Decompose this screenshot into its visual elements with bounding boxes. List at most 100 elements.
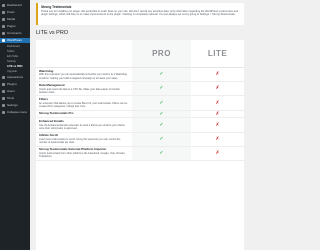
- pro-cell: ✓: [132, 68, 191, 82]
- pro-column-header: PRO: [132, 40, 191, 67]
- cross-icon: ✗: [215, 71, 220, 78]
- submenu-item-label: Settings: [7, 60, 17, 63]
- collapse-icon: [2, 111, 5, 114]
- pro-cell: ✓: [132, 110, 191, 118]
- sidebar-item-testimonials[interactable]: WordPress: [0, 38, 30, 43]
- lite-cell: ✗: [191, 118, 244, 131]
- user-icon: [2, 90, 5, 93]
- pro-cell: ✓: [132, 96, 191, 110]
- notice-title: Strong Testimonials: [41, 5, 72, 9]
- notice-text: Thank you for installing our plugin. We …: [41, 10, 239, 17]
- sidebar-item-label: WordPress: [7, 38, 22, 42]
- submenu-item-label: Upgrade: [7, 70, 17, 73]
- lite-cell: ✗: [191, 82, 244, 95]
- sidebar-item-plugins[interactable]: Plugins: [0, 82, 30, 87]
- table-header: PRO LITE: [36, 40, 244, 68]
- check-icon: ✓: [159, 110, 164, 117]
- media-icon: [2, 18, 5, 21]
- sidebar-item-label: Posts: [7, 10, 15, 14]
- sidebar-item-collapse[interactable]: Collapse menu: [0, 110, 30, 115]
- feature-cell: Strong Testimonials External Platform Im…: [36, 147, 132, 160]
- table-row: Filters An extension that allows you to c…: [36, 96, 244, 111]
- submenu-item-lite-vs-pro[interactable]: LITE vs PRO: [0, 65, 30, 69]
- sidebar-item-label: Pages: [7, 24, 16, 28]
- sidebar-item-pages[interactable]: Pages: [0, 24, 30, 29]
- dashboard-icon: [2, 4, 5, 7]
- sidebar-item-label: Dashboard: [7, 3, 22, 7]
- settings-icon: [2, 104, 5, 107]
- feature-description: Load more testimonials on scroll. Using …: [39, 137, 121, 145]
- submenu-item-dashboard[interactable]: Dashboard: [0, 45, 30, 49]
- cross-icon: ✗: [215, 110, 220, 117]
- feature-description: An extension that allows you to create f…: [39, 101, 128, 108]
- cross-icon: ✗: [215, 85, 220, 92]
- submenu-item-label: LITE vs PRO: [7, 65, 23, 68]
- sidebar-item-settings[interactable]: Settings: [0, 103, 30, 108]
- pro-cell: ✓: [132, 118, 191, 132]
- lite-cell: ✗: [191, 133, 244, 146]
- table-row: Strong Testimonials Pro ✓ ✗: [36, 110, 244, 119]
- feature-description: Import testimonials from other platforms…: [39, 152, 126, 159]
- table-row: Strong Testimonials External Platform Im…: [36, 146, 244, 162]
- submenu-item-tables[interactable]: Tables: [0, 50, 30, 54]
- sidebar-item-label: Comments: [7, 31, 22, 35]
- submenu-item-label: Dashboard: [7, 45, 20, 48]
- feature-cell: Infinite Scroll Load more testimonials on…: [36, 133, 132, 146]
- feature-cell: Strong Testimonials Pro: [36, 111, 132, 118]
- admin-sidebar: Dashboard Posts Media Pages Comments Wor…: [0, 0, 30, 250]
- submenu-item-label: Edit Table: [7, 55, 19, 58]
- feature-cell: Enhanced Emails Use the Enhanced Emails e…: [36, 118, 132, 131]
- table-row: Enhanced Emails Use the Enhanced Emails e…: [36, 118, 244, 133]
- header-spacer: [36, 40, 132, 67]
- lite-cell: ✗: [191, 147, 244, 160]
- feature-description: Use the Enhanced Emails extension to sen…: [39, 123, 125, 130]
- check-icon: ✓: [159, 149, 164, 156]
- sidebar-item-label: Users: [7, 89, 15, 93]
- page-title: LITE vs PRO: [36, 30, 69, 36]
- submenu-item-upgrade[interactable]: Upgrade: [0, 70, 30, 74]
- feature-description: With this extension you can automaticall…: [39, 73, 127, 80]
- submenu-item-settings[interactable]: Settings: [0, 60, 30, 64]
- sidebar-item-label: Collapse menu: [7, 110, 28, 114]
- submenu-item-edit-table[interactable]: Edit Table: [0, 55, 30, 59]
- sidebar-item-users[interactable]: Users: [0, 89, 30, 94]
- sidebar-item-comments[interactable]: Comments: [0, 31, 30, 36]
- table-row: Data Management Import and export all dat…: [36, 82, 244, 97]
- lite-cell: ✗: [191, 68, 244, 81]
- plugin-icon: [2, 83, 5, 86]
- sidebar-item-posts[interactable]: Posts: [0, 10, 30, 15]
- lite-cell: ✗: [191, 96, 244, 109]
- lite-column-header: LITE: [207, 49, 228, 58]
- pro-cell: ✓: [132, 82, 191, 96]
- sidebar-item-dashboard[interactable]: Dashboard: [0, 3, 30, 8]
- comparison-table: PRO LITE Watchdog With this extension you…: [36, 40, 244, 250]
- submenu-item-label: Tables: [7, 50, 15, 53]
- feature-description: Import and export all data to a CSV file…: [39, 87, 121, 94]
- wrench-icon: [2, 97, 5, 100]
- sidebar-item-media[interactable]: Media: [0, 17, 30, 22]
- check-icon: ✓: [159, 121, 164, 128]
- sidebar-item-label: Media: [7, 17, 16, 21]
- cross-icon: ✗: [215, 121, 220, 128]
- sidebar-item-label: Plugins: [7, 82, 17, 86]
- pro-cell: ✓: [132, 146, 191, 161]
- sidebar-item-label: Settings: [7, 103, 18, 107]
- feature-cell: Filters An extension that allows you to c…: [36, 96, 132, 109]
- comment-icon: [2, 32, 5, 35]
- check-icon: ✓: [159, 85, 164, 92]
- table-row: Infinite Scroll Load more testimonials on…: [36, 132, 244, 147]
- feature-title: Strong Testimonials Pro: [39, 111, 74, 116]
- sidebar-item-label: Appearance: [7, 75, 24, 79]
- cross-icon: ✗: [215, 135, 220, 142]
- sidebar-item-appearance[interactable]: Appearance: [0, 75, 30, 80]
- check-icon: ✓: [159, 99, 164, 106]
- feature-cell: Data Management Import and export all dat…: [36, 82, 132, 95]
- check-icon: ✓: [159, 135, 164, 142]
- table-body: Watchdog With this extension you can auto…: [36, 68, 244, 162]
- page-icon: [2, 25, 5, 28]
- sidebar-item-label: Tools: [7, 96, 15, 100]
- lite-cell: ✗: [191, 111, 244, 118]
- sidebar-item-tools[interactable]: Tools: [0, 96, 30, 101]
- table-row: Watchdog With this extension you can auto…: [36, 68, 244, 83]
- admin-notice: Strong Testimonials Thank you for instal…: [36, 3, 244, 25]
